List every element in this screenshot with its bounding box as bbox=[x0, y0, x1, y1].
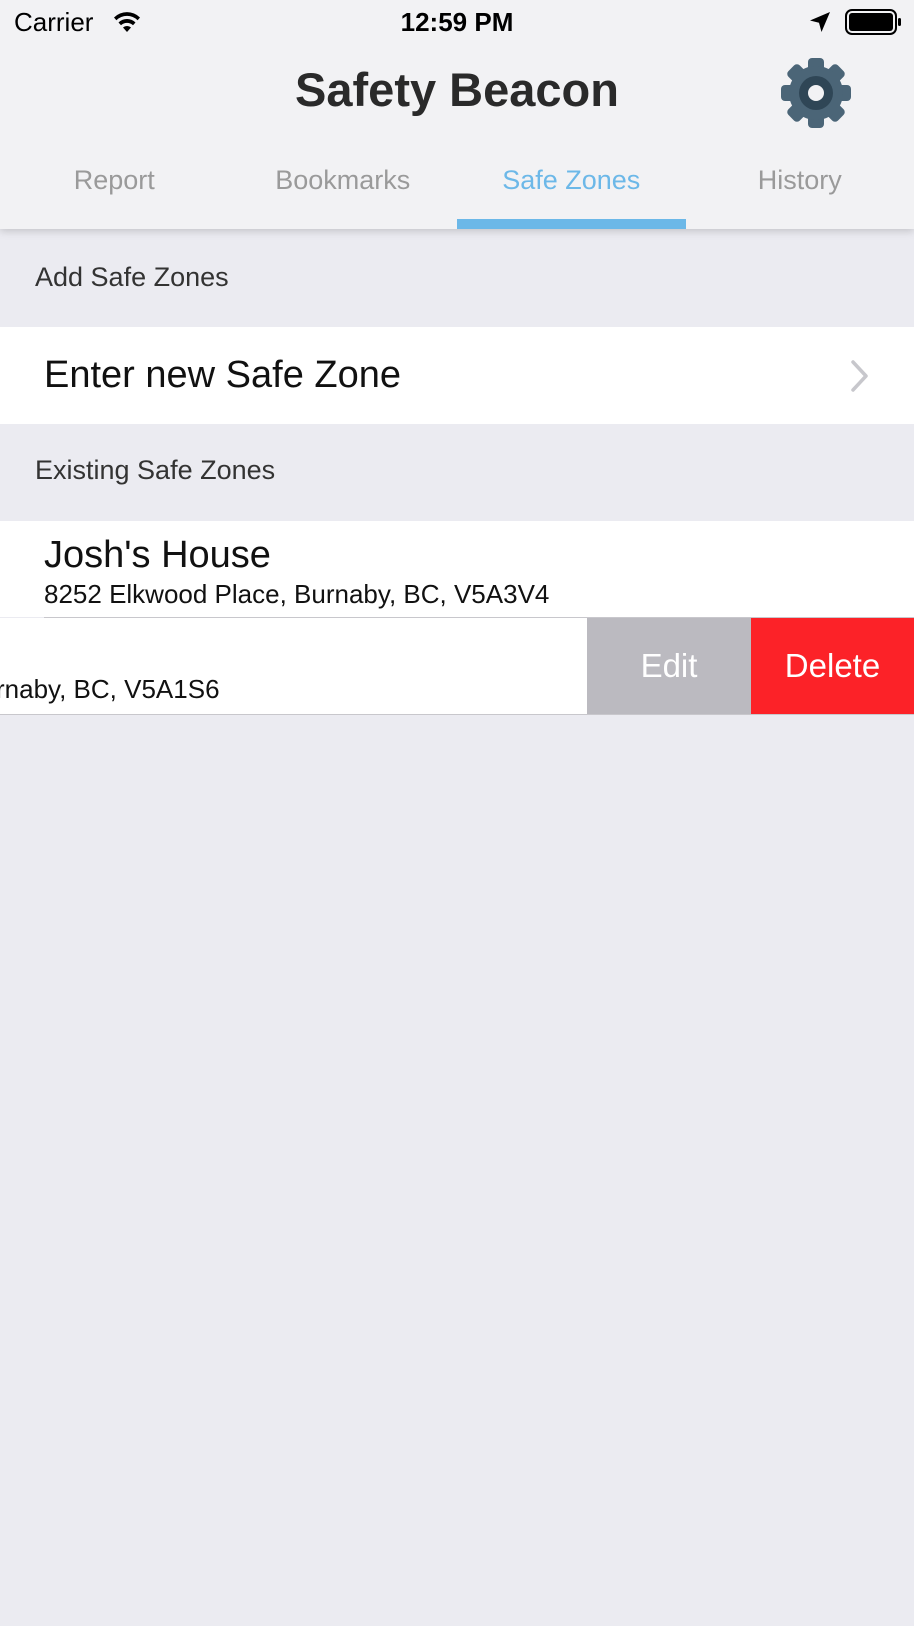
tab-label: Safe Zones bbox=[502, 165, 641, 195]
tab-safe-zones[interactable]: Safe Zones bbox=[457, 150, 686, 229]
status-bar: Carrier 12:59 PM bbox=[0, 0, 914, 44]
safe-zone-row-swiped[interactable]: rnaby, BC, V5A1S6 Edit Delete bbox=[0, 618, 914, 714]
app-header: Carrier 12:59 PM Safety Beacon Report Bo… bbox=[0, 0, 914, 229]
status-time: 12:59 PM bbox=[400, 7, 514, 37]
safe-zone-address: rnaby, BC, V5A1S6 bbox=[0, 674, 220, 704]
app-title: Safety Beacon bbox=[295, 63, 619, 116]
tab-label: Bookmarks bbox=[275, 165, 411, 195]
delete-button[interactable]: Delete bbox=[751, 618, 914, 714]
tab-report[interactable]: Report bbox=[0, 150, 229, 229]
safe-zone-address: 8252 Elkwood Place, Burnaby, BC, V5A3V4 bbox=[44, 579, 550, 609]
add-safe-zones-header: Add Safe Zones bbox=[35, 262, 229, 292]
tab-label: History bbox=[757, 165, 842, 195]
edit-button-label: Edit bbox=[640, 647, 698, 684]
enter-new-safe-zone-cell[interactable]: Enter new Safe Zone bbox=[0, 327, 914, 424]
gear-icon[interactable] bbox=[780, 57, 852, 129]
safe-zone-row-content[interactable]: rnaby, BC, V5A1S6 bbox=[0, 618, 587, 714]
chevron-right-icon bbox=[851, 360, 868, 392]
table-bottom-separator bbox=[0, 714, 914, 715]
battery-icon bbox=[845, 9, 901, 35]
tab-history[interactable]: History bbox=[686, 150, 914, 229]
delete-button-label: Delete bbox=[784, 647, 881, 684]
active-tab-indicator bbox=[457, 219, 686, 229]
safe-zone-name: Josh's House bbox=[44, 534, 271, 576]
tab-bookmarks[interactable]: Bookmarks bbox=[229, 150, 458, 229]
enter-new-safe-zone-label: Enter new Safe Zone bbox=[44, 354, 401, 396]
tab-label: Report bbox=[73, 165, 155, 195]
tab-bar: Report Bookmarks Safe Zones History bbox=[0, 150, 914, 229]
location-icon bbox=[810, 12, 830, 32]
existing-safe-zones-header: Existing Safe Zones bbox=[35, 455, 276, 485]
safe-zone-row[interactable]: Josh's House 8252 Elkwood Place, Burnaby… bbox=[0, 521, 914, 617]
edit-button[interactable]: Edit bbox=[587, 618, 751, 714]
